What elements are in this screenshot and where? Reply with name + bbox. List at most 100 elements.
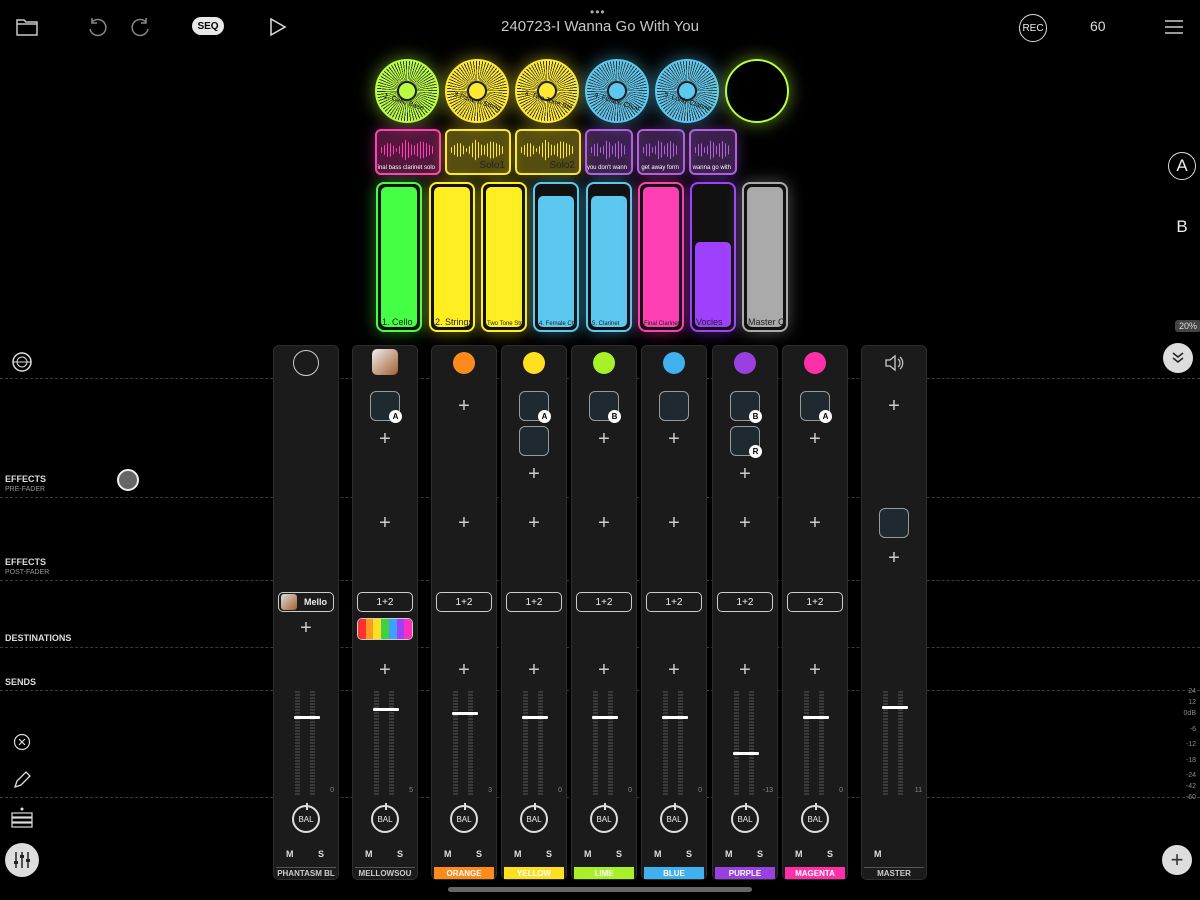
solo-button[interactable]: S (546, 849, 552, 859)
add-post-effect[interactable]: + (375, 513, 395, 533)
plugin-slot[interactable]: A (800, 391, 832, 423)
clip-pad[interactable]: get away form (637, 129, 685, 175)
mute-button[interactable]: M (444, 849, 452, 859)
undo-icon[interactable] (84, 14, 110, 40)
add-destination[interactable]: + (296, 618, 316, 638)
destination-button[interactable]: 1+2 (787, 592, 843, 612)
channel-color-dot[interactable] (372, 349, 398, 375)
add-send[interactable]: + (524, 660, 544, 680)
volume-fader[interactable] (373, 707, 399, 711)
speaker-icon[interactable] (883, 352, 905, 374)
disc-icon[interactable] (10, 350, 34, 374)
tempo-value[interactable]: 60 (1090, 18, 1106, 34)
channel-name[interactable]: LIME (574, 867, 634, 879)
plugin-slot[interactable] (879, 508, 909, 538)
balance-knob[interactable]: BAL (371, 803, 399, 833)
channel-name[interactable]: YELLOW (504, 867, 564, 879)
seq-button[interactable]: SEQ (192, 17, 224, 35)
plugin-slot[interactable]: B (589, 391, 621, 423)
destination-button[interactable]: 1+2 (506, 592, 562, 612)
volume-pad[interactable]: Two Tone Str (481, 182, 527, 332)
volume-fader[interactable] (803, 716, 829, 720)
mute-button[interactable]: M (286, 849, 294, 859)
add-pre-effect[interactable]: + (454, 396, 474, 416)
add-send[interactable]: + (664, 660, 684, 680)
mute-button[interactable]: M (874, 849, 882, 859)
menu-icon[interactable] (1161, 14, 1187, 40)
more-dots[interactable]: ••• (590, 5, 606, 19)
song-title[interactable]: 240723-I Wanna Go With You (400, 18, 800, 35)
collapse-button[interactable] (1163, 343, 1193, 373)
destination-button[interactable]: 1+2 (717, 592, 773, 612)
close-circle-icon[interactable] (10, 730, 34, 754)
loop-pad[interactable]: 1. Cello Base (375, 59, 439, 123)
volume-pad[interactable]: 5. Clarinet (586, 182, 632, 332)
clip-pad[interactable]: Final bass clarinet solo (375, 129, 441, 175)
mute-button[interactable]: M (365, 849, 373, 859)
channel-name[interactable]: MASTER (864, 867, 924, 879)
mute-button[interactable]: M (795, 849, 803, 859)
loop-pad[interactable]: 3. Two Tone Strings (515, 59, 579, 123)
record-button[interactable]: REC (1019, 14, 1047, 42)
volume-fader[interactable] (882, 705, 908, 709)
channel-color-dot[interactable] (804, 352, 826, 374)
channel-name[interactable]: MELLOWSOU (355, 867, 415, 879)
channel-name[interactable]: BLUE (644, 867, 704, 879)
volume-pad[interactable]: Master Out (742, 182, 788, 332)
add-pre-effect[interactable]: + (735, 464, 755, 484)
volume-pad[interactable]: 4. Female Choir (533, 182, 579, 332)
mute-button[interactable]: M (654, 849, 662, 859)
channel-color-dot[interactable] (663, 352, 685, 374)
clip-pad[interactable]: Solo2 (515, 129, 581, 175)
volume-pad[interactable]: Final Clarinet (638, 182, 684, 332)
plugin-slot[interactable]: A (370, 391, 402, 423)
add-send[interactable]: + (375, 660, 395, 680)
destination-button[interactable]: 1+2 (436, 592, 492, 612)
solo-button[interactable]: S (397, 849, 403, 859)
add-pre-effect[interactable]: + (884, 396, 904, 416)
mute-button[interactable]: M (514, 849, 522, 859)
drag-handle[interactable] (117, 469, 139, 491)
volume-fader[interactable] (662, 716, 688, 720)
play-icon[interactable] (265, 14, 291, 40)
add-send[interactable]: + (805, 660, 825, 680)
mute-button[interactable]: M (584, 849, 592, 859)
add-track-button[interactable]: + (1162, 845, 1192, 875)
balance-knob[interactable]: BAL (660, 803, 688, 833)
loop-pad[interactable] (725, 59, 789, 123)
loop-pad[interactable]: 2.Pattern Strings (445, 59, 509, 123)
balance-knob[interactable]: BAL (292, 803, 320, 833)
add-post-effect[interactable]: + (594, 513, 614, 533)
destination-button[interactable]: 1+2 (576, 592, 632, 612)
add-post-effect[interactable]: + (454, 513, 474, 533)
volume-pad[interactable]: 2. Strings (429, 182, 475, 332)
add-pre-effect[interactable]: + (375, 429, 395, 449)
add-post-effect[interactable]: + (735, 513, 755, 533)
add-pre-effect[interactable]: + (805, 429, 825, 449)
volume-fader[interactable] (522, 716, 548, 720)
balance-knob[interactable]: BAL (450, 803, 478, 833)
add-post-effect[interactable]: + (664, 513, 684, 533)
color-keys[interactable] (357, 618, 413, 640)
solo-button[interactable]: S (318, 849, 324, 859)
add-post-effect[interactable]: + (805, 513, 825, 533)
add-pre-effect[interactable]: + (594, 429, 614, 449)
mixer-button[interactable] (5, 843, 39, 877)
add-send[interactable]: + (454, 660, 474, 680)
add-pre-effect[interactable]: + (524, 464, 544, 484)
balance-knob[interactable]: BAL (801, 803, 829, 833)
destination-button[interactable]: 1+2 (357, 592, 413, 612)
add-pre-effect[interactable]: + (664, 429, 684, 449)
volume-pad[interactable]: Vocies (690, 182, 736, 332)
clip-pad[interactable]: Solo1 (445, 129, 511, 175)
balance-knob[interactable]: BAL (731, 803, 759, 833)
solo-button[interactable]: S (476, 849, 482, 859)
volume-fader[interactable] (733, 751, 759, 755)
add-post-effect[interactable]: + (524, 513, 544, 533)
plugin-slot[interactable]: R (730, 426, 762, 458)
scene-b-button[interactable]: B (1168, 213, 1196, 241)
volume-fader[interactable] (452, 712, 478, 715)
add-send[interactable]: + (594, 660, 614, 680)
plugin-slot[interactable] (659, 391, 689, 421)
list-icon[interactable] (10, 806, 34, 830)
